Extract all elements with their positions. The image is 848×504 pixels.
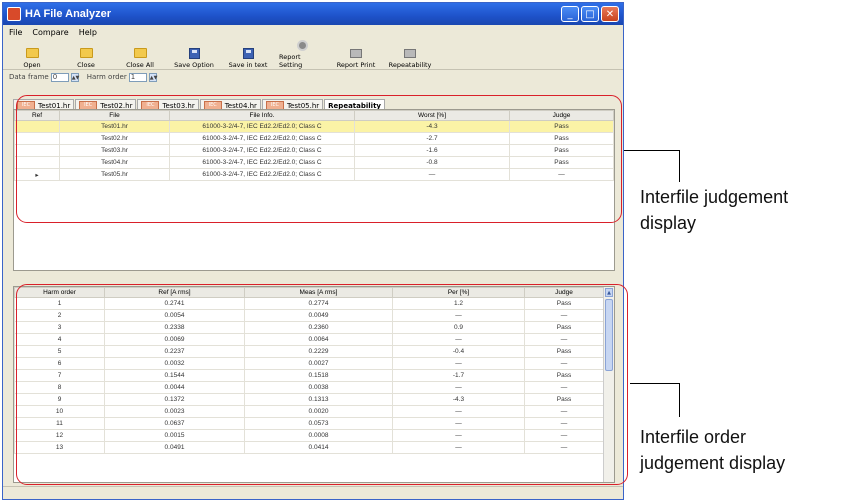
callout-line-top-v bbox=[679, 150, 680, 182]
data-frame-input[interactable]: 0 bbox=[50, 72, 69, 82]
status-bar bbox=[3, 486, 623, 499]
report-print-icon bbox=[350, 48, 362, 58]
minimize-button[interactable]: _ bbox=[561, 6, 579, 22]
close-all-button[interactable]: Close All bbox=[117, 47, 163, 69]
harm-order-label: Harm order bbox=[86, 73, 127, 81]
menu-compare[interactable]: Compare bbox=[32, 28, 68, 37]
repeatability-icon bbox=[404, 48, 416, 58]
folder-close-all-icon bbox=[133, 48, 147, 58]
report-setting-button[interactable]: Report Setting bbox=[279, 39, 325, 69]
title-bar[interactable]: HA File Analyzer _ □ ✕ bbox=[3, 3, 623, 25]
order-judgement-highlight bbox=[16, 284, 628, 485]
callout-interfile-judgement: Interfile judgement display bbox=[640, 187, 789, 233]
toolbar: Open Close Close All Save Option Save in… bbox=[3, 39, 623, 70]
menu-help[interactable]: Help bbox=[79, 28, 97, 37]
data-frame-label: Data frame bbox=[9, 73, 49, 81]
param-bar: Data frame 0 ▲▼ Harm order 1 ▲▼ bbox=[3, 70, 623, 84]
folder-open-icon bbox=[25, 48, 39, 58]
interfile-judgement-highlight bbox=[16, 95, 622, 223]
save-text-button[interactable]: Save in text bbox=[225, 47, 271, 69]
maximize-button[interactable]: □ bbox=[581, 6, 599, 22]
report-print-button[interactable]: Report Print bbox=[333, 47, 379, 69]
save-option-icon bbox=[188, 47, 200, 59]
report-setting-icon bbox=[296, 39, 308, 51]
save-text-icon bbox=[242, 47, 254, 59]
callout-order-judgement: Interfile order judgement display bbox=[640, 427, 786, 473]
callout-line-top-h bbox=[624, 150, 680, 151]
app-icon bbox=[7, 7, 21, 21]
close-button[interactable]: ✕ bbox=[601, 6, 619, 22]
menu-bar: File Compare Help bbox=[3, 25, 623, 39]
save-option-button[interactable]: Save Option bbox=[171, 47, 217, 69]
callout-line-bottom-h bbox=[630, 383, 680, 384]
folder-close-icon bbox=[79, 48, 93, 58]
menu-file[interactable]: File bbox=[9, 28, 22, 37]
callout-line-bottom-v bbox=[679, 383, 680, 417]
close-file-button[interactable]: Close bbox=[63, 47, 109, 69]
harm-order-spinner-icon[interactable]: ▲▼ bbox=[148, 72, 157, 82]
open-button[interactable]: Open bbox=[9, 47, 55, 69]
data-frame-spinner-icon[interactable]: ▲▼ bbox=[70, 72, 79, 82]
repeatability-button[interactable]: Repeatability bbox=[387, 47, 433, 69]
harm-order-input[interactable]: 1 bbox=[128, 72, 147, 82]
window-title: HA File Analyzer bbox=[25, 8, 111, 20]
